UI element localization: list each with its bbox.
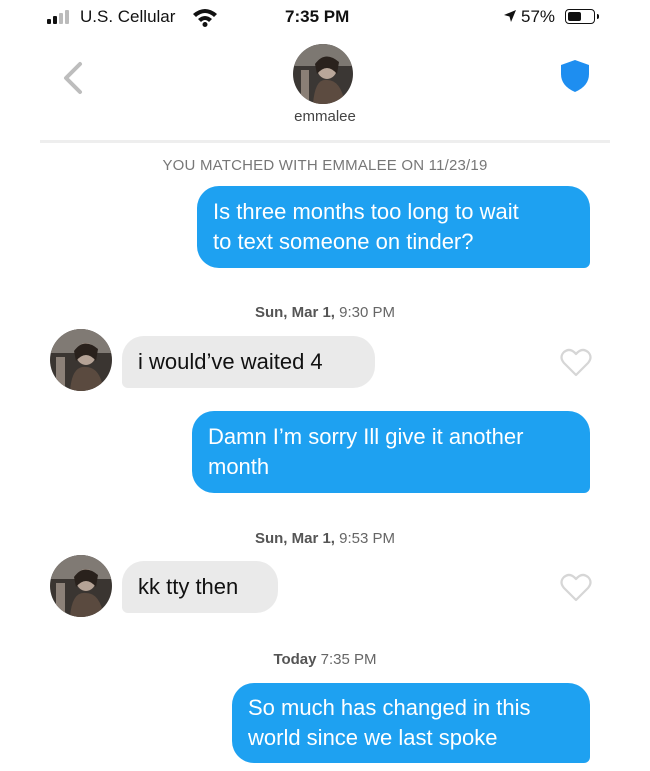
shield-icon[interactable] — [558, 58, 592, 94]
avatar[interactable] — [50, 329, 112, 391]
message-timestamp: Sun, Mar 1, 9:53 PM — [0, 530, 650, 547]
battery-fill — [568, 12, 581, 21]
wifi-icon — [193, 9, 217, 27]
header-divider — [40, 140, 610, 143]
sent-message[interactable]: Is three months too long to wait to text… — [197, 186, 590, 268]
heart-icon[interactable] — [560, 348, 592, 378]
timestamp-day: Sun, Mar 1, — [254, 304, 335, 321]
carrier-label: U.S. Cellular — [80, 7, 176, 26]
battery-percent: 57% — [521, 7, 556, 26]
clock: 7:35 PM — [285, 7, 350, 26]
timestamp-time: 9:53 PM — [339, 530, 396, 547]
timestamp-day: Today — [273, 651, 317, 668]
timestamp-day: Sun, Mar 1, — [254, 530, 335, 547]
location-arrow-icon — [504, 10, 516, 22]
sent-message[interactable]: So much has changed in this world since … — [232, 683, 590, 763]
battery-nub — [597, 14, 599, 19]
signal-icon — [47, 10, 73, 24]
message-line: to text someone on tinder? — [213, 229, 474, 254]
message-timestamp: Sun, Mar 1, 9:30 PM — [0, 304, 650, 321]
received-message[interactable]: i would’ve waited 4 — [122, 336, 375, 388]
avatar[interactable] — [293, 44, 353, 104]
message-line: month — [208, 454, 270, 479]
received-message[interactable]: kk tty then — [122, 561, 278, 613]
back-chevron-icon[interactable] — [58, 60, 88, 96]
timestamp-time: 9:30 PM — [339, 304, 396, 321]
avatar[interactable] — [50, 555, 112, 617]
battery-icon — [565, 9, 599, 24]
message-line: Is three months too long to wait — [213, 199, 519, 224]
message-text: i would’ve waited 4 — [138, 349, 323, 374]
message-timestamp: Today 7:35 PM — [0, 651, 650, 668]
heart-icon[interactable] — [560, 573, 592, 603]
timestamp-time: 7:35 PM — [320, 651, 377, 668]
status-bar: U.S. Cellular 7:35 PM 57% — [0, 0, 650, 34]
sent-message[interactable]: Damn I’m sorry Ill give it another month — [192, 411, 590, 493]
match-name[interactable]: emmalee — [0, 108, 650, 125]
match-banner: YOU MATCHED WITH EMMALEE ON 11/23/19 — [162, 157, 488, 174]
message-line: world since we last spoke — [248, 725, 498, 750]
message-text: kk tty then — [138, 574, 239, 599]
message-line: So much has changed in this — [248, 695, 531, 720]
message-line: Damn I’m sorry Ill give it another — [208, 424, 524, 449]
